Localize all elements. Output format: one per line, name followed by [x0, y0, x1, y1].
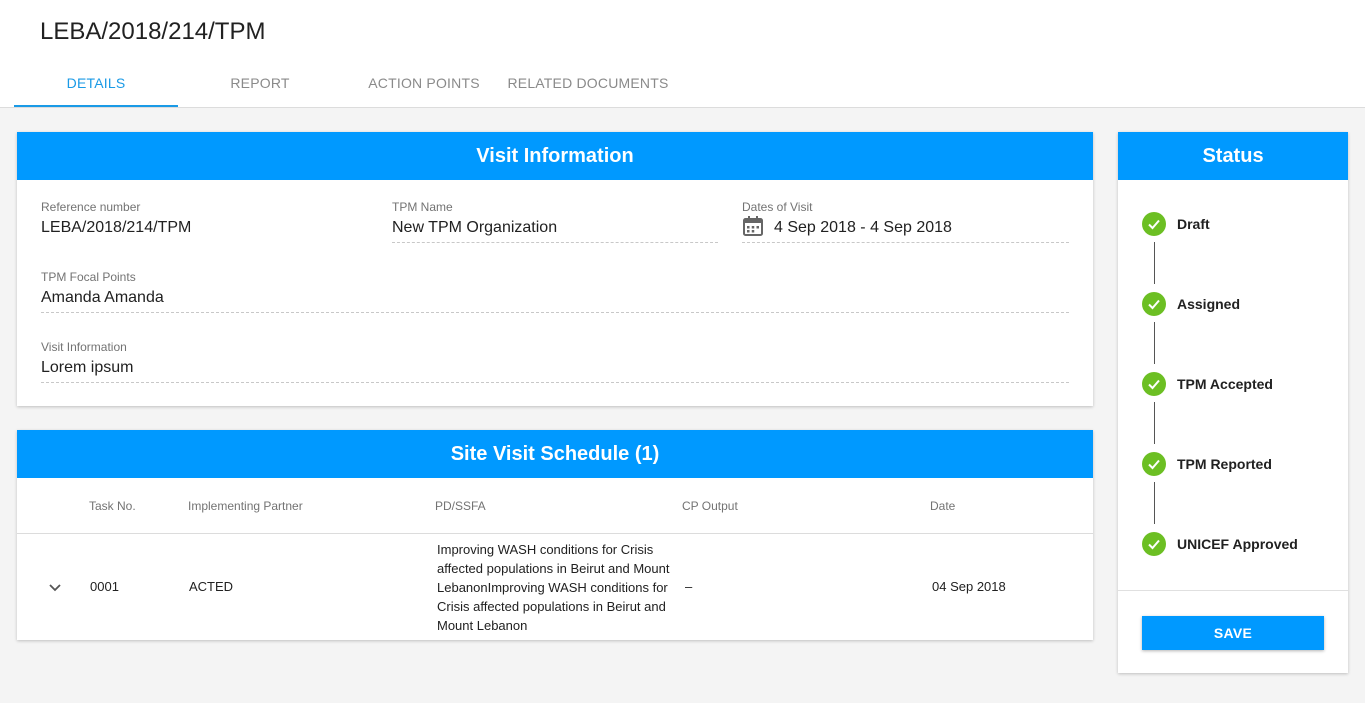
status-connector	[1154, 242, 1155, 284]
column-date: Date	[930, 499, 956, 513]
implementing-partner-cell: ACTED	[189, 579, 234, 594]
column-pd-ssfa: PD/SSFA	[435, 499, 486, 513]
status-connector	[1154, 482, 1155, 524]
pd-ssfa-line: LebanonImproving WASH conditions for	[437, 580, 668, 595]
pd-ssfa-line: Crisis affected populations in Beirut an…	[437, 599, 666, 614]
visit-information-card: Visit Information Reference number LEBA/…	[17, 132, 1093, 406]
dates-of-visit-input[interactable]: 4 Sep 2018 - 4 Sep 2018	[742, 215, 1069, 243]
pd-ssfa-cell: Improving WASH conditions for Crisis aff…	[437, 540, 682, 635]
calendar-icon[interactable]	[742, 215, 764, 237]
tab-related-documents[interactable]: RELATED DOCUMENTS	[506, 60, 670, 107]
status-step-label: TPM Accepted	[1177, 376, 1273, 392]
column-implementing-partner: Implementing Partner	[188, 499, 303, 513]
dates-of-visit-value: 4 Sep 2018 - 4 Sep 2018	[774, 219, 952, 236]
table-row[interactable]: 0001 ACTED Improving WASH conditions for…	[17, 534, 1093, 640]
status-card: Status Draft Assigned TPM Accepted TPM R…	[1118, 132, 1348, 673]
pd-ssfa-line: Improving WASH conditions for Crisis	[437, 542, 654, 557]
status-connector	[1154, 402, 1155, 444]
tpm-name-value[interactable]: New TPM Organization	[392, 215, 718, 243]
tpm-focal-points-value[interactable]: Amanda Amanda	[41, 285, 1069, 313]
visit-information-label: Visit Information	[41, 340, 127, 354]
visit-information-value[interactable]: Lorem ipsum	[41, 355, 1069, 383]
reference-number-value: LEBA/2018/214/TPM	[41, 219, 192, 236]
cp-output-cell: –	[685, 579, 693, 594]
site-visit-schedule-card: Site Visit Schedule (1) Task No. Impleme…	[17, 430, 1093, 640]
site-visit-schedule-title: Site Visit Schedule (1)	[17, 430, 1093, 478]
tab-report[interactable]: REPORT	[178, 60, 342, 107]
visit-information-title: Visit Information	[17, 132, 1093, 180]
check-circle-icon	[1142, 532, 1166, 556]
check-circle-icon	[1142, 292, 1166, 316]
column-task-no: Task No.	[89, 499, 136, 513]
status-divider	[1118, 590, 1348, 591]
page-title: LEBA/2018/214/TPM	[40, 18, 266, 45]
chevron-down-icon[interactable]	[45, 578, 65, 598]
status-step-label: UNICEF Approved	[1177, 536, 1298, 552]
column-cp-output: CP Output	[682, 499, 738, 513]
save-button[interactable]: SAVE	[1142, 616, 1324, 650]
check-circle-icon	[1142, 372, 1166, 396]
check-circle-icon	[1142, 452, 1166, 476]
status-step-label: TPM Reported	[1177, 456, 1272, 472]
tab-action-points[interactable]: ACTION POINTS	[342, 60, 506, 107]
status-connector	[1154, 322, 1155, 364]
task-number-cell: 0001	[90, 579, 119, 594]
status-title: Status	[1118, 132, 1348, 180]
tpm-focal-points-field[interactable]: TPM Focal Points Amanda Amanda	[41, 270, 1069, 313]
status-step-label: Assigned	[1177, 296, 1241, 312]
reference-number-label: Reference number	[41, 200, 141, 214]
visit-information-field[interactable]: Visit Information Lorem ipsum	[41, 340, 1069, 383]
schedule-table-header: Task No. Implementing Partner PD/SSFA CP…	[17, 478, 1093, 534]
date-cell: 04 Sep 2018	[932, 579, 1006, 594]
pd-ssfa-line: affected populations in Beirut and Mount	[437, 561, 670, 576]
status-step-label: Draft	[1177, 216, 1210, 232]
pd-ssfa-line: Mount Lebanon	[437, 618, 528, 633]
page-header: LEBA/2018/214/TPM DETAILS REPORT ACTION …	[0, 0, 1365, 108]
reference-number-field: Reference number LEBA/2018/214/TPM	[41, 200, 367, 243]
tab-details[interactable]: DETAILS	[14, 60, 178, 107]
check-circle-icon	[1142, 212, 1166, 236]
tpm-focal-points-label: TPM Focal Points	[41, 270, 136, 284]
dates-of-visit-label: Dates of Visit	[742, 200, 813, 214]
dates-of-visit-field[interactable]: Dates of Visit 4 Sep 2018 - 4 Sep 2018	[742, 200, 1069, 243]
tpm-name-field[interactable]: TPM Name New TPM Organization	[392, 200, 718, 243]
tpm-name-label: TPM Name	[392, 200, 453, 214]
